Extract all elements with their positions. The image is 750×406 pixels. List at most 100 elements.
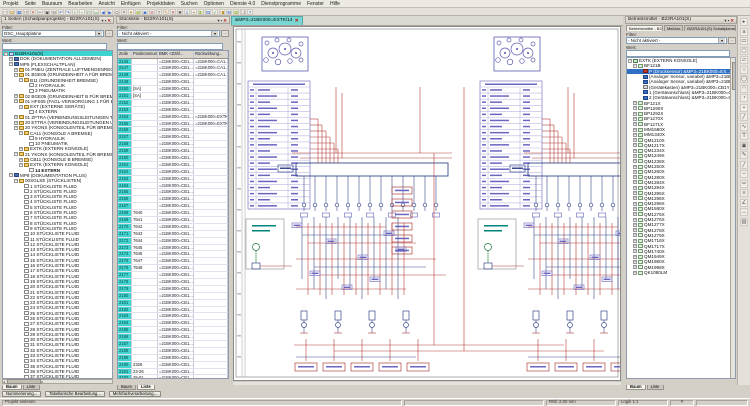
rounded-rect-icon[interactable]: ▢ <box>740 47 748 55</box>
column-header[interactable]: Positionsnumm... <box>132 51 158 58</box>
delete-icon[interactable]: ✕ <box>170 9 176 15</box>
grid-icon[interactable]: ⌗ <box>121 9 127 15</box>
expander-icon[interactable]: − <box>14 179 18 183</box>
expander-icon[interactable]: + <box>633 159 637 163</box>
paste-icon[interactable]: ▥ <box>51 9 57 15</box>
expander-icon[interactable]: + <box>633 233 637 237</box>
text-small-icon[interactable]: a <box>740 28 748 36</box>
schematic-canvas[interactable] <box>233 26 621 381</box>
table-row[interactable]: 2186=21BK000=CB1... <box>118 334 228 341</box>
close-icon[interactable]: ✕ <box>223 18 227 23</box>
menu-item[interactable]: Dienste 4.0 <box>227 1 258 7</box>
table-row[interactable]: 2182=21BK000=CB1... <box>118 307 228 314</box>
text-tool-icon[interactable]: T <box>156 9 162 15</box>
column-header[interactable]: Zeile <box>118 51 132 58</box>
symbol-icon[interactable]: ✦ <box>128 9 134 15</box>
chevron-down-icon[interactable]: ▾ <box>718 38 725 43</box>
expander-icon[interactable]: + <box>633 202 637 206</box>
table-row[interactable]: 2181=21BK000=CB1... <box>118 300 228 307</box>
draw-icon[interactable]: ✎ <box>740 151 748 159</box>
pin-icon[interactable]: ▪ <box>221 18 223 23</box>
table-row[interactable]: 2146=21BK000=CB1...=21BK000=CA1... <box>118 59 228 66</box>
save-icon[interactable]: ▦ <box>16 9 22 15</box>
expander-icon[interactable]: + <box>633 122 637 126</box>
table-row[interactable]: 2178=21BK000=CB1... <box>118 279 228 286</box>
devices-panel-tab[interactable]: B22RA101(S) Schaltplanmakr... <box>684 25 736 31</box>
line-icon[interactable]: ╱ <box>740 113 748 121</box>
close-tab-icon[interactable]: ✕ <box>295 18 299 24</box>
expander-icon[interactable]: − <box>9 62 13 66</box>
hatch-icon[interactable]: ▨ <box>740 218 748 226</box>
expander-icon[interactable]: + <box>633 191 637 195</box>
expander-icon[interactable]: + <box>633 255 637 259</box>
next-page-icon[interactable]: ▶ <box>107 9 113 15</box>
parts-icon[interactable]: ▦ <box>233 9 239 15</box>
expander-icon[interactable]: + <box>14 115 18 119</box>
expander-icon[interactable]: + <box>19 158 23 162</box>
table-row[interactable]: 2149=21BK000=CB1... <box>118 79 228 86</box>
expander-icon[interactable]: + <box>633 218 637 222</box>
column-header[interactable]: Rückwirkung... <box>194 51 228 58</box>
table-row[interactable]: 21902326=21BK000=CB1... <box>118 362 228 369</box>
expander-icon[interactable]: + <box>633 260 637 264</box>
angle-icon[interactable]: ∠ <box>740 199 748 207</box>
menu-item[interactable]: Fenster <box>304 1 327 7</box>
table-row[interactable]: 2177=21BK000=CB1... <box>118 272 228 279</box>
document-tab[interactable]: &MP3=21BK000=EXTK/14 ✕ <box>231 16 303 25</box>
point-icon[interactable]: ∘ <box>740 104 748 112</box>
table-row[interactable]: 219225-01=21BK000=CB1... <box>118 375 228 379</box>
terminal-icon[interactable]: ◉ <box>142 9 148 15</box>
table-row[interactable]: 21717643=21BK000=CB1... <box>118 231 228 238</box>
table-row[interactable]: 21767648=21BK000=CB1... <box>118 265 228 272</box>
table-row[interactable]: 2189=21BK000=CB1... <box>118 355 228 362</box>
open-icon[interactable]: ▤ <box>9 9 15 15</box>
expander-icon[interactable]: − <box>14 99 18 103</box>
table-row[interactable]: 21747646=21BK000=CB1... <box>118 251 228 258</box>
table-row[interactable]: 21757647=21BK000=CB1... <box>118 258 228 265</box>
polygon-icon[interactable]: ▱ <box>740 56 748 64</box>
table-row[interactable]: 219123-26=21BK000=CB1... <box>118 369 228 376</box>
redo-icon[interactable]: ↷ <box>65 9 71 15</box>
table-row[interactable]: 2164=21BK000=CB1... <box>118 183 228 190</box>
zoom-in-icon[interactable]: + <box>72 9 78 15</box>
print-icon[interactable]: ◫ <box>23 9 29 15</box>
zoom-out-icon[interactable]: − <box>79 9 85 15</box>
connect-icon[interactable]: ⌁ <box>191 9 197 15</box>
expander-icon[interactable]: + <box>633 143 637 147</box>
expander-icon[interactable]: + <box>633 138 637 142</box>
table-row[interactable]: 2159=21BK000=CB1... <box>118 148 228 155</box>
expander-icon[interactable]: + <box>633 249 637 253</box>
pages-horizontal-scrollbar[interactable]: ◂▸ <box>2 379 113 384</box>
view-tab[interactable]: Liste <box>647 385 664 390</box>
device-tree-item[interactable]: +QK1080LM <box>627 270 735 275</box>
menu-item[interactable]: Suchen <box>178 1 201 7</box>
check-icon[interactable]: ✓ <box>212 9 218 15</box>
undo-icon[interactable]: ↶ <box>58 9 64 15</box>
chevron-down-icon[interactable]: ▾ <box>101 18 103 23</box>
table-row[interactable]: 2160=21BK000=CB1... <box>118 155 228 162</box>
expander-icon[interactable]: + <box>633 175 637 179</box>
expander-icon[interactable]: − <box>628 59 632 63</box>
zoom-window-icon[interactable]: ◱ <box>86 9 92 15</box>
expander-icon[interactable]: + <box>633 186 637 190</box>
filter-more-button[interactable]: ... <box>221 30 229 37</box>
close-icon[interactable]: ✕ <box>730 18 734 23</box>
expander-icon[interactable]: + <box>633 207 637 211</box>
close-icon[interactable]: ✕ <box>107 18 111 23</box>
table-row[interactable]: 2188=21BK000=CB1... <box>118 348 228 355</box>
table-row[interactable]: 2187=21BK000=CB1... <box>118 341 228 348</box>
view-tab[interactable]: Baum <box>2 385 22 390</box>
expander-icon[interactable]: − <box>4 52 8 56</box>
table-row[interactable]: 2180=21BK000=CB1... <box>118 293 228 300</box>
devices-vertical-scrollbar[interactable] <box>730 58 735 378</box>
devices-filter-select[interactable]: - Nicht aktiviert - ▾ <box>626 37 727 44</box>
table-row[interactable]: 2156=21BK000=CB1... <box>118 127 228 134</box>
find-icon[interactable]: Q <box>114 9 120 15</box>
expander-icon[interactable]: + <box>633 154 637 158</box>
devices-panel-tab[interactable]: Meldun... <box>664 25 683 31</box>
expander-icon[interactable]: + <box>14 94 18 98</box>
table-row[interactable]: 21687640=21BK000=CB1... <box>118 210 228 217</box>
expander-icon[interactable]: + <box>633 228 637 232</box>
footer-action-button[interactable]: Nummerierung... <box>2 391 41 397</box>
plc-icon[interactable]: ▥ <box>226 9 232 15</box>
